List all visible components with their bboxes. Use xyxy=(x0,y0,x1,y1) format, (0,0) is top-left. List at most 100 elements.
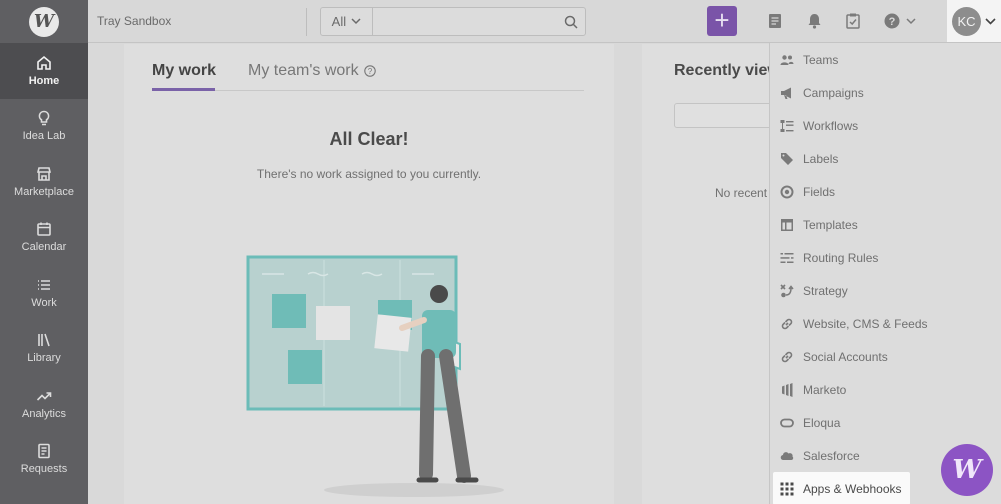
logo[interactable]: W xyxy=(0,0,88,43)
svg-text:?: ? xyxy=(367,67,372,76)
workspace-name[interactable]: Tray Sandbox xyxy=(97,14,171,28)
tab-my-teams-work[interactable]: My team's work ? xyxy=(248,62,376,80)
sidebar-item-home[interactable]: Home xyxy=(0,43,88,99)
menu-item-strategy[interactable]: Strategy xyxy=(770,274,1001,307)
notifications-button[interactable] xyxy=(805,12,823,30)
user-menu-button[interactable]: KC xyxy=(947,0,1001,42)
search-button[interactable] xyxy=(557,8,585,35)
tag-icon xyxy=(781,152,793,165)
menu-item-label: Routing Rules xyxy=(803,250,879,265)
menu-item-fields[interactable]: Fields xyxy=(770,175,1001,208)
work-tabs: My work My team's work ? xyxy=(152,61,584,91)
menu-item-label: Teams xyxy=(803,52,839,67)
sidebar-item-analytics[interactable]: Analytics xyxy=(0,376,88,432)
menu-item-social-accounts[interactable]: Social Accounts xyxy=(770,340,1001,373)
cloud-icon xyxy=(780,451,794,460)
recent-empty-text: No recent xyxy=(715,186,768,200)
sidebar-item-calendar[interactable]: Calendar xyxy=(0,210,88,266)
notes-button[interactable] xyxy=(766,12,784,30)
tab-label: My team's work xyxy=(248,62,359,79)
routing-icon xyxy=(780,252,794,263)
svg-text:?: ? xyxy=(889,16,896,28)
recently-viewed-panel: Recently view No recent xyxy=(642,44,794,504)
sidebar-item-label: Home xyxy=(28,74,60,87)
menu-item-workflows[interactable]: Workflows xyxy=(770,109,1001,142)
tasks-button[interactable] xyxy=(844,12,862,30)
menu-item-label: Marketo xyxy=(803,382,847,397)
search-filter-select[interactable]: All xyxy=(321,8,373,35)
empty-state-subtitle: There's no work assigned to you currentl… xyxy=(256,167,482,181)
calendar-icon xyxy=(37,222,51,237)
help-circle-icon: ? xyxy=(363,65,376,77)
menu-item-templates[interactable]: Templates xyxy=(770,208,1001,241)
lightbulb-icon xyxy=(38,110,50,126)
sidebar-item-label: Calendar xyxy=(21,241,67,254)
help-icon: ? xyxy=(884,13,900,29)
bell-icon xyxy=(808,14,820,29)
empty-state-illustration xyxy=(246,255,504,497)
search-bar: All xyxy=(320,7,586,36)
divider xyxy=(306,8,307,36)
sidebar: W Home Idea Lab Marketplace Calendar Wor… xyxy=(0,0,88,504)
menu-item-label: Strategy xyxy=(803,283,848,298)
menu-item-routing-rules[interactable]: Routing Rules xyxy=(770,241,1001,274)
sidebar-item-label: Library xyxy=(27,352,61,365)
menu-item-apps-webhooks[interactable]: Apps & Webhooks xyxy=(773,472,910,504)
menu-item-label: Eloqua xyxy=(803,415,841,430)
clipboard-check-icon xyxy=(846,13,860,29)
chevron-down-icon xyxy=(906,17,916,24)
marketo-icon xyxy=(782,382,793,397)
assistant-launcher-button[interactable]: W xyxy=(941,444,993,496)
strategy-icon xyxy=(780,283,794,297)
chevron-down-icon xyxy=(985,17,996,25)
recently-viewed-title: Recently view xyxy=(674,62,780,79)
settings-dropdown: Teams Campaigns Workflows Labels Fields … xyxy=(769,43,1001,504)
menu-item-label: Templates xyxy=(803,217,858,232)
add-button[interactable]: + xyxy=(707,6,737,36)
trend-icon xyxy=(36,391,52,401)
sidebar-item-label: Idea Lab xyxy=(22,130,66,143)
search-icon xyxy=(564,15,578,29)
sidebar-item-label: Analytics xyxy=(21,407,67,420)
chevron-down-icon xyxy=(351,18,361,25)
store-icon xyxy=(36,166,52,181)
sidebar-item-library[interactable]: Library xyxy=(0,321,88,377)
link-icon xyxy=(781,351,793,362)
menu-item-label: Apps & Webhooks xyxy=(803,481,902,496)
top-bar: Tray Sandbox All + ? KC xyxy=(88,0,1001,43)
library-icon xyxy=(38,333,50,347)
menu-item-labels[interactable]: Labels xyxy=(770,142,1001,175)
notes-icon xyxy=(769,14,781,28)
menu-item-label: Salesforce xyxy=(803,448,860,463)
menu-item-label: Workflows xyxy=(803,118,859,133)
sidebar-item-work[interactable]: Work xyxy=(0,265,88,321)
menu-item-label: Labels xyxy=(803,151,839,166)
menu-item-label: Website, CMS & Feeds xyxy=(803,316,928,331)
search-input[interactable] xyxy=(372,8,557,35)
help-menu-button[interactable]: ? xyxy=(884,12,924,30)
grid-icon xyxy=(780,482,794,495)
sidebar-item-label: Work xyxy=(31,296,57,309)
eloqua-icon xyxy=(780,418,794,427)
menu-item-marketo[interactable]: Marketo xyxy=(770,373,1001,406)
sidebar-item-label: Marketplace xyxy=(14,185,74,198)
logo-mark: W xyxy=(29,6,59,37)
menu-item-campaigns[interactable]: Campaigns xyxy=(770,76,1001,109)
my-work-panel: My work My team's work ? All Clear! Ther… xyxy=(124,44,614,504)
sidebar-item-requests[interactable]: Requests xyxy=(0,432,88,488)
search-filter-value: All xyxy=(331,14,347,29)
list-icon xyxy=(38,279,50,290)
menu-item-teams[interactable]: Teams xyxy=(770,43,1001,76)
sidebar-item-idea-lab[interactable]: Idea Lab xyxy=(0,99,88,155)
menu-item-website-cms-feeds[interactable]: Website, CMS & Feeds xyxy=(770,307,1001,340)
menu-item-label: Fields xyxy=(803,184,836,199)
menu-item-label: Social Accounts xyxy=(803,349,888,364)
megaphone-icon xyxy=(781,87,791,99)
menu-item-eloqua[interactable]: Eloqua xyxy=(770,406,1001,439)
home-icon xyxy=(37,55,51,70)
template-icon xyxy=(781,218,793,231)
tab-my-work[interactable]: My work xyxy=(152,62,216,80)
target-icon xyxy=(780,185,794,198)
sidebar-item-marketplace[interactable]: Marketplace xyxy=(0,154,88,210)
avatar: KC xyxy=(952,6,981,36)
